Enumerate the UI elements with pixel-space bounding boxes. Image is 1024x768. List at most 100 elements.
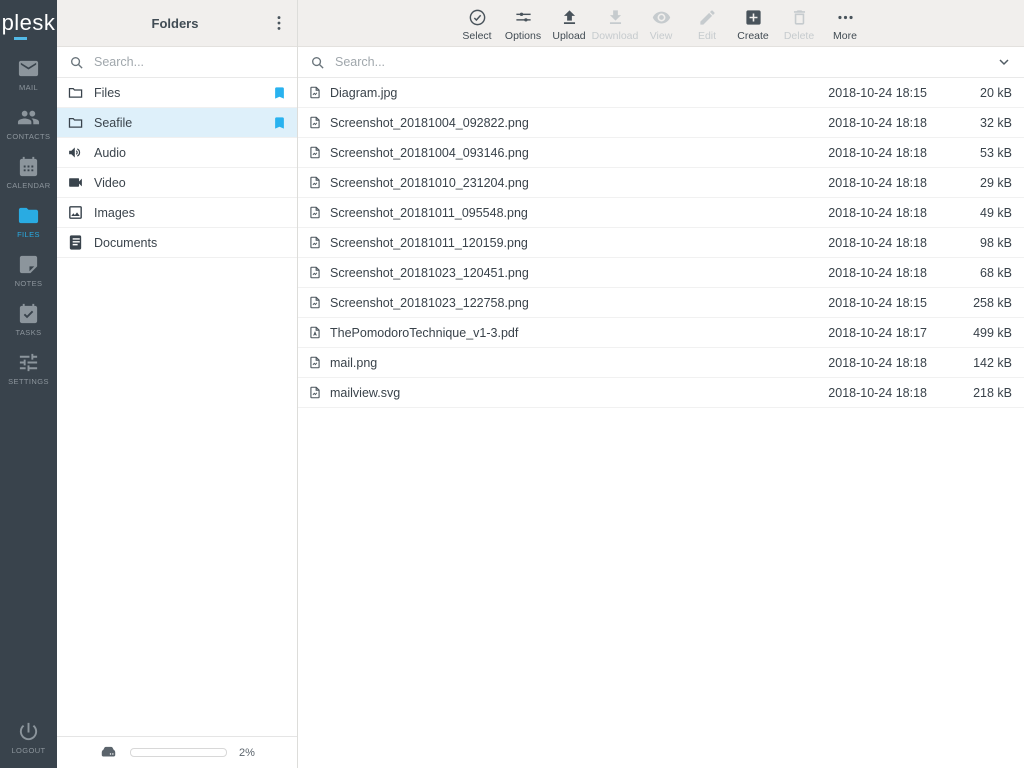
folder-item-video[interactable]: Video bbox=[57, 168, 297, 198]
image-file-icon bbox=[308, 235, 322, 250]
file-size: 29 kB bbox=[927, 176, 1012, 190]
eye-icon bbox=[652, 8, 671, 27]
bookmark-icon[interactable] bbox=[272, 85, 287, 101]
files-search-input[interactable] bbox=[333, 54, 988, 70]
file-row[interactable]: Screenshot_20181023_122758.png 2018-10-2… bbox=[298, 288, 1024, 318]
image-file-icon bbox=[308, 85, 322, 100]
file-row[interactable]: Screenshot_20181004_093146.png 2018-10-2… bbox=[298, 138, 1024, 168]
file-name: Screenshot_20181023_120451.png bbox=[330, 266, 797, 280]
plesk-file-manager: plesk MAIL CONTACTS CALENDAR FILES NOTES… bbox=[0, 0, 1024, 768]
power-icon bbox=[17, 720, 40, 743]
file-modified: 2018-10-24 18:15 bbox=[797, 86, 927, 100]
plesk-logo-underline bbox=[14, 37, 27, 40]
folder-item-files[interactable]: Files bbox=[57, 78, 297, 108]
file-row[interactable]: mail.png 2018-10-24 18:18 142 kB bbox=[298, 348, 1024, 378]
chevron-down-icon[interactable] bbox=[996, 54, 1012, 70]
file-modified: 2018-10-24 18:18 bbox=[797, 386, 927, 400]
options-button[interactable]: Options bbox=[501, 4, 545, 42]
upload-button[interactable]: Upload bbox=[547, 4, 591, 42]
file-browser-main: Select Options Upload Download View Edit… bbox=[298, 0, 1024, 768]
image-file-icon bbox=[308, 355, 322, 370]
folder-filled-icon bbox=[17, 204, 40, 227]
disk-icon bbox=[99, 743, 118, 762]
folders-search-input[interactable] bbox=[92, 54, 285, 70]
file-size: 20 kB bbox=[927, 86, 1012, 100]
plus-square-icon bbox=[744, 8, 763, 27]
sidebar-item-logout[interactable]: LOGOUT bbox=[0, 715, 57, 760]
select-button[interactable]: Select bbox=[455, 4, 499, 42]
file-row[interactable]: Screenshot_20181011_095548.png 2018-10-2… bbox=[298, 198, 1024, 228]
file-modified: 2018-10-24 18:18 bbox=[797, 236, 927, 250]
image-file-icon bbox=[308, 265, 322, 280]
image-file-icon bbox=[308, 115, 322, 130]
file-modified: 2018-10-24 18:18 bbox=[797, 146, 927, 160]
folders-panel-header: Folders bbox=[57, 0, 297, 47]
file-size: 258 kB bbox=[927, 296, 1012, 310]
bookmark-icon[interactable] bbox=[272, 115, 287, 131]
file-modified: 2018-10-24 18:18 bbox=[797, 116, 927, 130]
folders-panel-title: Folders bbox=[57, 16, 269, 31]
file-row[interactable]: Diagram.jpg 2018-10-24 18:15 20 kB bbox=[298, 78, 1024, 108]
app-sidebar: plesk MAIL CONTACTS CALENDAR FILES NOTES… bbox=[0, 0, 57, 768]
pencil-icon bbox=[698, 8, 717, 27]
sidebar-item-settings[interactable]: SETTINGS bbox=[0, 346, 57, 391]
sidebar-item-contacts[interactable]: CONTACTS bbox=[0, 101, 57, 146]
file-name: Screenshot_20181023_122758.png bbox=[330, 296, 797, 310]
storage-indicator: 2% bbox=[57, 736, 297, 768]
folder-item-audio[interactable]: Audio bbox=[57, 138, 297, 168]
kebab-menu-icon[interactable] bbox=[269, 13, 289, 33]
contacts-icon bbox=[17, 106, 40, 129]
file-modified: 2018-10-24 18:18 bbox=[797, 176, 927, 190]
image-icon bbox=[67, 204, 84, 221]
file-modified: 2018-10-24 18:18 bbox=[797, 266, 927, 280]
file-size: 49 kB bbox=[927, 206, 1012, 220]
sidebar-item-calendar[interactable]: CALENDAR bbox=[0, 150, 57, 195]
file-size: 142 kB bbox=[927, 356, 1012, 370]
folder-item-seafile[interactable]: Seafile bbox=[57, 108, 297, 138]
folder-list: Files Seafile Audio Video Images Documen… bbox=[57, 78, 297, 258]
calendar-icon bbox=[17, 155, 40, 178]
edit-button[interactable]: Edit bbox=[685, 4, 729, 42]
search-icon bbox=[69, 55, 84, 70]
create-button[interactable]: Create bbox=[731, 4, 775, 42]
task-calendar-icon bbox=[17, 302, 40, 325]
storage-progress-bar bbox=[130, 748, 227, 757]
file-size: 499 kB bbox=[927, 326, 1012, 340]
sidebar-item-files[interactable]: FILES bbox=[0, 199, 57, 244]
file-row[interactable]: Screenshot_20181004_092822.png 2018-10-2… bbox=[298, 108, 1024, 138]
file-row[interactable]: ThePomodoroTechnique_v1-3.pdf 2018-10-24… bbox=[298, 318, 1024, 348]
delete-button[interactable]: Delete bbox=[777, 4, 821, 42]
file-name: Screenshot_20181011_095548.png bbox=[330, 206, 797, 220]
file-list: Diagram.jpg 2018-10-24 18:15 20 kB Scree… bbox=[298, 78, 1024, 768]
tune-icon bbox=[514, 8, 533, 27]
audio-icon bbox=[67, 144, 84, 161]
file-row[interactable]: Screenshot_20181010_231204.png 2018-10-2… bbox=[298, 168, 1024, 198]
image-file-icon bbox=[308, 295, 322, 310]
search-icon bbox=[310, 55, 325, 70]
folder-outline-icon bbox=[67, 114, 84, 131]
file-size: 68 kB bbox=[927, 266, 1012, 280]
storage-percent-label: 2% bbox=[239, 747, 255, 759]
folder-outline-icon bbox=[67, 84, 84, 101]
file-row[interactable]: Screenshot_20181011_120159.png 2018-10-2… bbox=[298, 228, 1024, 258]
image-file-icon bbox=[308, 145, 322, 160]
file-name: mail.png bbox=[330, 356, 797, 370]
file-size: 218 kB bbox=[927, 386, 1012, 400]
folders-search-row bbox=[57, 47, 297, 78]
sidebar-nav-list: MAIL CONTACTS CALENDAR FILES NOTES TASKS… bbox=[0, 52, 57, 391]
file-row[interactable]: mailview.svg 2018-10-24 18:18 218 kB bbox=[298, 378, 1024, 408]
sidebar-item-mail[interactable]: MAIL bbox=[0, 52, 57, 97]
download-button[interactable]: Download bbox=[593, 4, 637, 42]
file-row[interactable]: Screenshot_20181023_120451.png 2018-10-2… bbox=[298, 258, 1024, 288]
image-file-icon bbox=[308, 385, 322, 400]
folder-item-images[interactable]: Images bbox=[57, 198, 297, 228]
view-button[interactable]: View bbox=[639, 4, 683, 42]
file-name: mailview.svg bbox=[330, 386, 797, 400]
sidebar-item-tasks[interactable]: TASKS bbox=[0, 297, 57, 342]
sidebar-item-notes[interactable]: NOTES bbox=[0, 248, 57, 293]
more-button[interactable]: More bbox=[823, 4, 867, 42]
ellipsis-icon bbox=[836, 8, 855, 27]
file-size: 53 kB bbox=[927, 146, 1012, 160]
file-size: 98 kB bbox=[927, 236, 1012, 250]
folder-item-documents[interactable]: Documents bbox=[57, 228, 297, 258]
